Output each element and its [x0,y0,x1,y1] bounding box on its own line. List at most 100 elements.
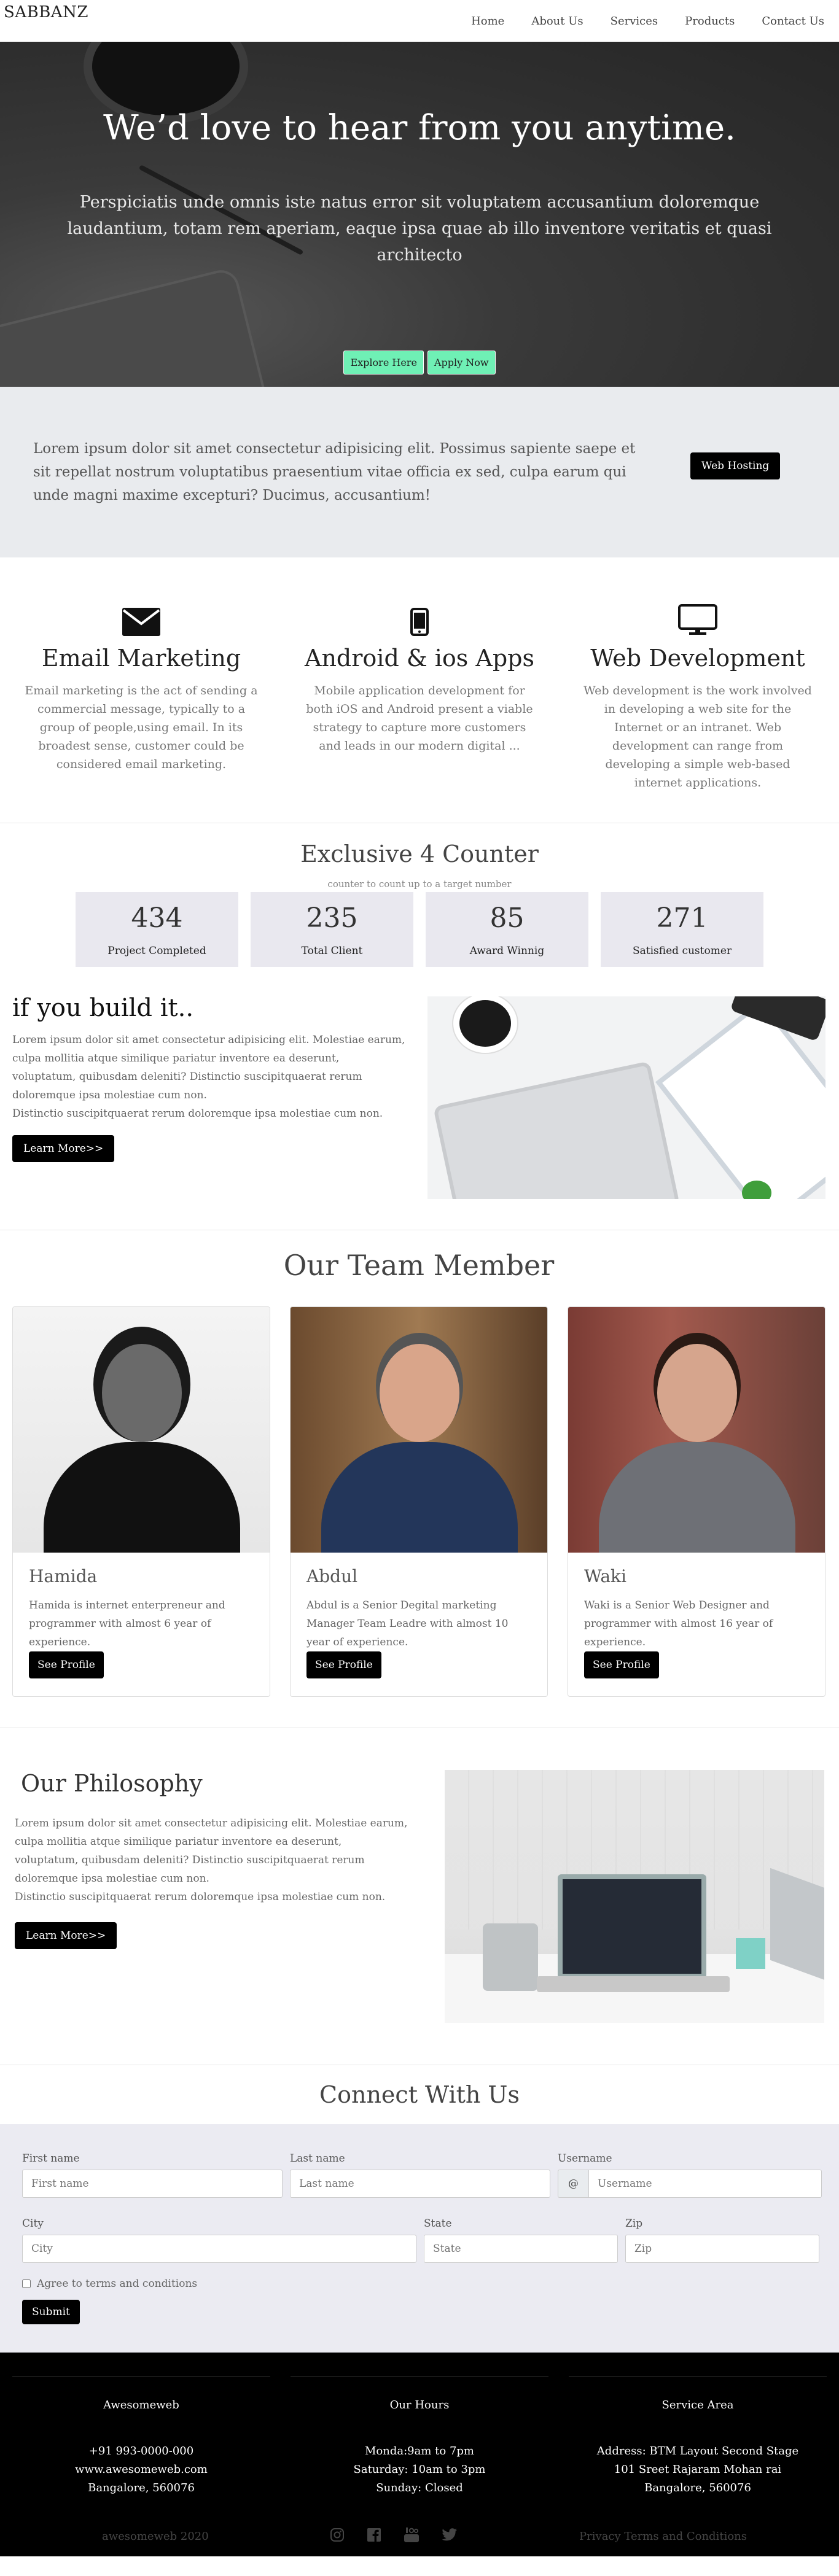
footer-col-title: Our Hours [389,2399,450,2411]
footer-columns: Awesomeweb +91 993-0000-000 www.awesomew… [12,2376,827,2497]
username-group: Username @ [558,2152,822,2198]
hero-section: We’d love to hear from you anytime. Pers… [0,42,839,387]
facebook-icon[interactable] [367,2528,381,2545]
philosophy-section: Our Philosophy Lorem ipsum dolor sit ame… [0,1728,839,2065]
nav-links: Home About Us Services Products Contact … [444,15,839,28]
member-name: Waki [584,1566,626,1586]
footer-col-contact: Awesomeweb +91 993-0000-000 www.awesomew… [12,2376,270,2497]
contact-title: Connect With Us [319,2081,520,2108]
nav-link-products[interactable]: Products [685,15,735,28]
footer-hours-line: Sunday: Closed [376,2481,463,2494]
monitor-icon [569,600,827,636]
hero-buttons: Explore Here Apply Now [0,351,839,374]
twitter-icon[interactable] [442,2528,458,2545]
username-label: Username [558,2152,612,2165]
contact-section: Connect With Us First name Last name Use… [0,2065,839,2353]
services-section: Email Marketing Email marketing is the a… [0,557,839,823]
brand-logo[interactable]: SABBANZ [4,3,88,21]
see-profile-button[interactable]: See Profile [584,1651,659,1678]
service-text: Email marketing is the act of sending a … [25,684,258,771]
build-content: if you build it.. Lorem ipsum dolor sit … [12,994,405,1199]
username-input[interactable] [588,2170,822,2198]
username-input-group: @ [558,2170,822,2198]
service-title: Web Development [590,645,805,672]
see-profile-button[interactable]: See Profile [306,1651,381,1678]
at-sign-prefix: @ [558,2170,588,2198]
footer-col-title: Awesomeweb [103,2399,179,2411]
counter-label: Satisfied customer [632,944,732,957]
service-text: Web development is the work involved in … [583,684,812,789]
team-card-hamida: Hamida Hamida is internet enterpreneur a… [12,1306,270,1697]
instagram-icon[interactable] [330,2528,345,2545]
philosophy-text: Lorem ipsum dolor sit amet consectetur a… [15,1814,408,1906]
promo-strip: Lorem ipsum dolor sit amet consectetur a… [0,387,839,557]
member-desc: Waki is a Senior Web Designer and progra… [584,1599,773,1648]
zip-input[interactable] [625,2235,819,2263]
city-input[interactable] [22,2235,416,2263]
service-text: Mobile application development for both … [306,684,533,753]
footer-address-line: Address: BTM Layout Second Stage [596,2445,799,2458]
envelope-icon [12,600,270,636]
footer-hours-line: Saturday: 10am to 3pm [353,2463,486,2476]
counter-value: 85 [490,902,525,934]
counter-value: 235 [306,902,358,934]
state-input[interactable] [424,2235,618,2263]
footer-phone[interactable]: +91 993-0000-000 [12,2442,270,2461]
service-mobile-apps: Android & ios Apps Mobile application de… [291,600,548,792]
build-text-1: Lorem ipsum dolor sit amet consectetur a… [12,1034,405,1101]
footer-address-line: 101 Sreet Rajaram Mohan rai [614,2463,782,2476]
last-name-input[interactable] [290,2170,550,2198]
nav-link-contact-us[interactable]: Contact Us [762,15,824,28]
promo-text: Lorem ipsum dolor sit amet consectetur a… [33,441,636,503]
nav-link-services[interactable]: Services [611,15,658,28]
terms-checkbox[interactable] [22,2279,31,2288]
first-name-input[interactable] [22,2170,283,2198]
avatar [568,1307,825,1553]
counter-title: Exclusive 4 Counter [300,840,539,867]
team-card-abdul: Abdul Abdul is a Senior Degital marketin… [290,1306,548,1697]
counter-row: 434 Project Completed 235 Total Client 8… [0,892,839,967]
mug-shape [483,1923,538,1991]
desk-workspace-image [427,996,825,1199]
zip-label: Zip [625,2217,643,2230]
form-row: City State Zip [22,2217,819,2263]
counter-box: 85 Award Winnig [426,892,588,967]
contact-form: First name Last name Username @ City [0,2124,839,2353]
laptop-screen-shape [558,1874,706,1979]
apply-now-button[interactable]: Apply Now [427,351,496,374]
privacy-terms-link[interactable]: Privacy Terms and Conditions [579,2530,747,2543]
terms-checkbox-row: Agree to terms and conditions [22,2278,817,2290]
service-email-marketing: Email Marketing Email marketing is the a… [12,600,270,792]
footer: Awesomeweb +91 993-0000-000 www.awesomew… [0,2353,839,2556]
see-profile-button[interactable]: See Profile [29,1651,104,1678]
terms-label: Agree to terms and conditions [37,2278,198,2290]
submit-button[interactable]: Submit [22,2300,80,2324]
member-desc: Abdul is a Senior Degital marketing Mana… [306,1599,509,1648]
explore-here-button[interactable]: Explore Here [343,351,424,374]
build-text: Lorem ipsum dolor sit amet consectetur a… [12,1031,405,1123]
build-text-2: Distinctio suscipitquaerat rerum dolorem… [12,1108,383,1120]
team-card-waki: Waki Waki is a Senior Web Designer and p… [568,1306,825,1697]
footer-website[interactable]: www.awesomeweb.com [12,2461,270,2479]
nav-link-home[interactable]: Home [471,15,504,28]
hero-text: Perspiciatis unde omnis iste natus error… [67,193,772,265]
avatar [13,1307,270,1553]
first-name-label: First name [22,2152,80,2165]
youtube-icon[interactable] [404,2527,419,2546]
learn-more-button[interactable]: Learn More>> [15,1922,117,1949]
learn-more-button[interactable]: Learn More>> [12,1135,115,1162]
social-links [330,2527,458,2546]
cube-shape [736,1938,765,1969]
nav-link-about-us[interactable]: About Us [531,15,583,28]
state-group: State [424,2217,618,2263]
member-desc: Hamida is internet enterpreneur and prog… [29,1599,225,1648]
last-name-group: Last name [290,2152,550,2198]
service-title: Android & ios Apps [305,645,534,672]
laptop-base-shape [537,1976,730,1992]
footer-bottom-bar: awesomeweb 2020 Privacy Terms and Condit… [12,2527,827,2546]
service-title: Email Marketing [41,645,241,672]
counter-label: Project Completed [107,944,206,957]
footer-hours-line: Monda:9am to 7pm [365,2445,474,2458]
counter-box: 434 Project Completed [76,892,238,967]
web-hosting-button[interactable]: Web Hosting [690,452,781,479]
